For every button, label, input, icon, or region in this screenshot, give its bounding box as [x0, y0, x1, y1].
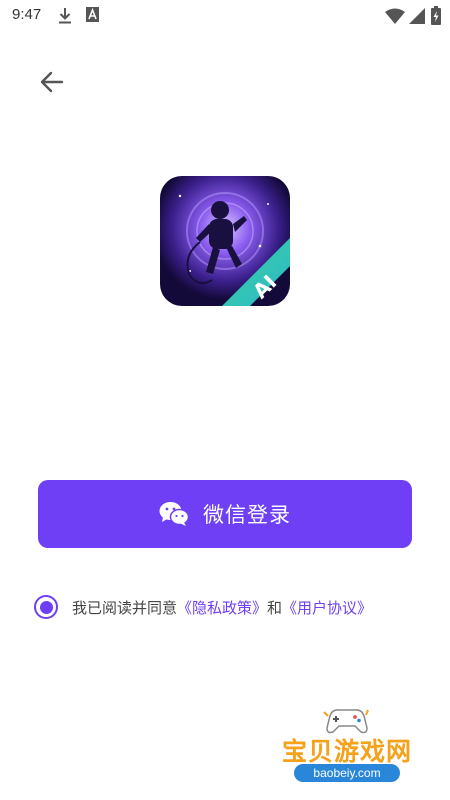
agreement-radio[interactable]	[34, 595, 58, 619]
back-arrow-icon	[40, 71, 64, 93]
download-icon	[59, 8, 71, 24]
agreement-connector: 和	[267, 598, 283, 617]
wechat-login-button[interactable]: 微信登录	[38, 480, 412, 548]
watermark-title: 宝贝游戏网	[281, 737, 412, 766]
status-time: 9:47	[12, 6, 42, 23]
watermark: 宝贝游戏网 baobeiy.com	[272, 706, 422, 798]
astronaut-logo-icon: AI	[160, 176, 290, 306]
status-bar: 9:47	[0, 0, 450, 32]
signal-icon	[409, 8, 425, 24]
back-button[interactable]	[34, 66, 70, 98]
user-agreement-link[interactable]: 《用户协议》	[282, 599, 372, 617]
battery-charging-icon	[431, 6, 441, 25]
wechat-login-label: 微信登录	[203, 503, 291, 527]
wifi-icon	[385, 8, 405, 24]
wechat-icon	[159, 502, 189, 526]
privacy-policy-link[interactable]: 《隐私政策》	[177, 599, 267, 617]
watermark-url: baobeiy.com	[294, 764, 400, 782]
agreement-row: 我已阅读并同意《隐私政策》和《用户协议》	[34, 592, 372, 622]
agreement-prefix: 我已阅读并同意	[72, 598, 178, 617]
a-box-icon	[86, 7, 99, 22]
app-logo: AI	[160, 176, 290, 306]
agreement-text: 我已阅读并同意《隐私政策》和《用户协议》	[72, 597, 372, 618]
agreement-radio-dot	[39, 600, 53, 614]
